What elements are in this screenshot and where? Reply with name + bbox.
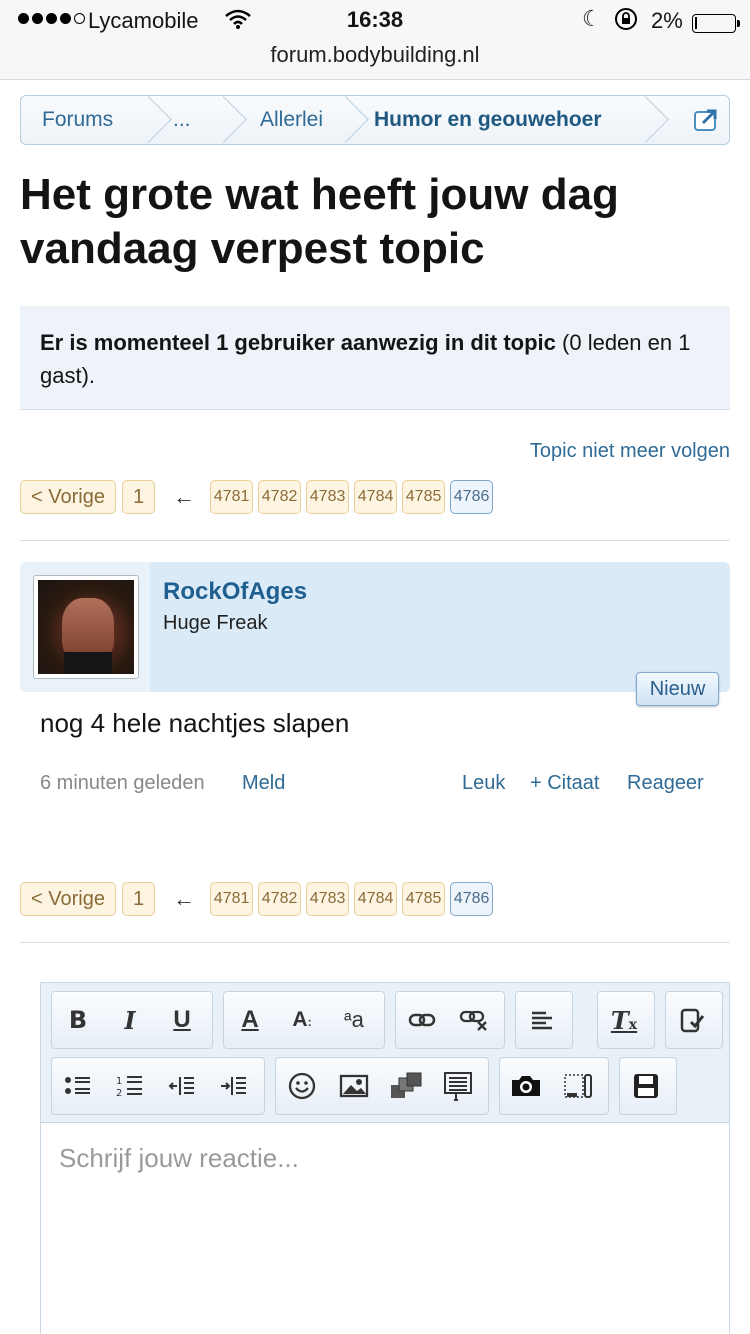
outdent-icon[interactable]: [156, 1058, 208, 1114]
divider: [20, 540, 730, 541]
editor-toolbar: B I U A A: ªa Tx 1 2: [41, 983, 729, 1123]
jump-arrow-icon: ←: [173, 484, 196, 509]
text-size-icon[interactable]: ªa: [328, 992, 380, 1048]
breadcrumb-forums[interactable]: Forums: [21, 96, 151, 144]
post-body: nog 4 hele nachtjes slapen: [40, 708, 350, 738]
prev-page-button[interactable]: < Vorige: [20, 882, 116, 916]
unlink-icon[interactable]: [448, 992, 500, 1048]
indent-icon[interactable]: [208, 1058, 260, 1114]
topic-title: Het grote wat heeft jouw dag vandaag ver…: [20, 170, 619, 273]
avatar[interactable]: [33, 575, 139, 679]
toolbar-group-link: [395, 991, 505, 1049]
breadcrumb: Forums ... Allerlei Humor en geouwehoer: [20, 95, 730, 145]
breadcrumb-allerlei[interactable]: Allerlei: [226, 96, 348, 144]
page-button[interactable]: 4783: [306, 480, 350, 514]
toolbar-group-lists: 12: [51, 1057, 265, 1115]
battery-icon: [692, 14, 740, 33]
online-users-notice: Er is momenteel 1 gebruiker aanwezig in …: [20, 306, 730, 410]
report-link[interactable]: Meld: [242, 772, 285, 795]
new-post-badge: Nieuw: [636, 672, 719, 706]
camera-icon[interactable]: [500, 1058, 552, 1114]
do-not-disturb-icon: ☾: [582, 6, 602, 31]
post-user-title: Huge Freak: [163, 612, 268, 634]
pagination-bottom: < Vorige 1 ← 4781 4782 4783 4784 4785 47…: [20, 882, 498, 916]
page-button[interactable]: 4782: [258, 480, 302, 514]
underline-icon[interactable]: U: [156, 992, 208, 1048]
post-username[interactable]: RockOfAges: [163, 578, 307, 606]
remove-format-icon[interactable]: Tx: [598, 992, 650, 1048]
resize-icon[interactable]: [552, 1058, 604, 1114]
font-color-icon[interactable]: A: [224, 992, 276, 1048]
toolbar-group-insert: [275, 1057, 489, 1115]
page-button[interactable]: 4781: [210, 480, 254, 514]
url-bar[interactable]: forum.bodybuilding.nl: [0, 42, 750, 68]
toolbar-group-font: A A: ªa: [223, 991, 385, 1049]
page-button[interactable]: 4783: [306, 882, 350, 916]
bold-icon[interactable]: B: [52, 992, 104, 1048]
page-button[interactable]: 4781: [210, 882, 254, 916]
svg-text:2: 2: [116, 1088, 122, 1098]
unfollow-topic-link[interactable]: Topic niet meer volgen: [530, 440, 730, 463]
bullet-list-icon[interactable]: [52, 1058, 104, 1114]
link-icon[interactable]: [396, 992, 448, 1048]
post-header: RockOfAges Huge Freak: [20, 562, 730, 692]
save-icon[interactable]: [620, 1058, 672, 1114]
align-icon[interactable]: [516, 992, 568, 1048]
breadcrumb-current[interactable]: Humor en geouwehoer: [348, 96, 648, 144]
first-page-button[interactable]: 1: [121, 882, 156, 916]
page-button[interactable]: 4785: [402, 480, 446, 514]
pagination-top: < Vorige 1 ← 4781 4782 4783 4784 4785 47…: [20, 480, 498, 514]
toolbar-group-media: [499, 1057, 609, 1115]
rotation-lock-icon: [613, 6, 639, 38]
svg-text:1: 1: [116, 1076, 122, 1087]
page-button[interactable]: 4782: [258, 882, 302, 916]
jump-arrow-icon: ←: [173, 886, 196, 911]
image-icon[interactable]: [328, 1058, 380, 1114]
toolbar-group-basic: B I U: [51, 991, 213, 1049]
page-button[interactable]: 4784: [354, 882, 398, 916]
like-link[interactable]: Leuk: [462, 772, 505, 795]
media-icon[interactable]: [380, 1058, 432, 1114]
divider: [20, 942, 730, 943]
status-bar: Lycamobile 16:38 ☾ 2%: [0, 6, 750, 36]
post-time: 6 minuten geleden: [40, 772, 205, 794]
breadcrumb-ellipsis[interactable]: ...: [151, 96, 226, 144]
battery-percentage: 2%: [651, 8, 683, 33]
prev-page-button[interactable]: < Vorige: [20, 480, 116, 514]
current-page-button[interactable]: 4786: [450, 882, 494, 916]
current-page-button[interactable]: 4786: [450, 480, 494, 514]
first-page-button[interactable]: 1: [121, 480, 156, 514]
avatar-image: [38, 580, 134, 674]
reply-link[interactable]: Reageer: [627, 772, 704, 795]
reply-editor: B I U A A: ªa Tx 1 2 Schrijf jouw reacti…: [40, 982, 730, 1334]
toolbar-group-align: [515, 991, 573, 1049]
avatar-container: [20, 562, 150, 692]
toolbar-group-paste: [665, 991, 723, 1049]
smiley-icon[interactable]: [276, 1058, 328, 1114]
toolbar-group-format: Tx: [597, 991, 655, 1049]
font-size-icon[interactable]: A:: [276, 992, 328, 1048]
notice-bold-text: Er is momenteel 1 gebruiker aanwezig in …: [40, 330, 556, 355]
reply-textarea[interactable]: Schrijf jouw reactie...: [59, 1143, 299, 1174]
popout-icon[interactable]: [693, 108, 719, 132]
page-button[interactable]: 4785: [402, 882, 446, 916]
toolbar-group-save: [619, 1057, 677, 1115]
italic-icon[interactable]: I: [104, 992, 156, 1048]
paste-icon[interactable]: [666, 992, 718, 1048]
browser-topbar: Lycamobile 16:38 ☾ 2% forum.bodybuilding…: [0, 0, 750, 80]
template-icon[interactable]: [432, 1058, 484, 1114]
page-button[interactable]: 4784: [354, 480, 398, 514]
quote-link[interactable]: + Citaat: [530, 772, 599, 795]
number-list-icon[interactable]: 12: [104, 1058, 156, 1114]
